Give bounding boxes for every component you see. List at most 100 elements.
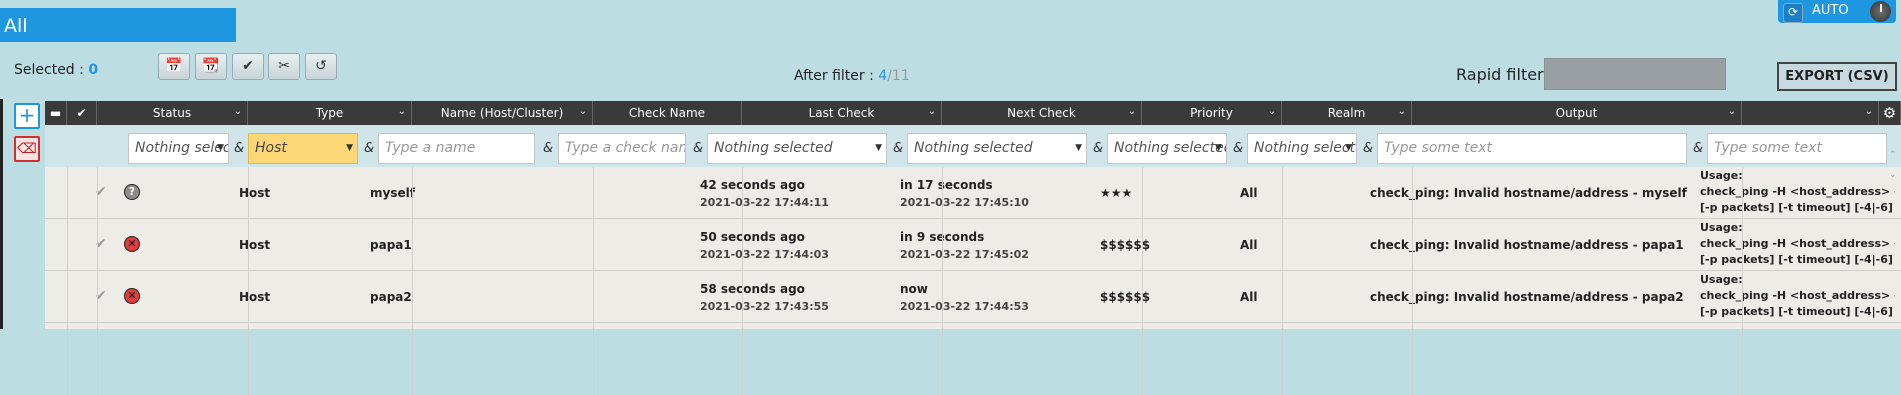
priority-filter-select[interactable]: Nothing selected ▼ <box>1107 133 1227 164</box>
chevron-down-icon: ▼ <box>217 143 224 153</box>
column-divider <box>248 167 249 395</box>
col-header-check-name[interactable]: Check Name <box>593 101 742 125</box>
schedule-downtime-button[interactable]: 📅 <box>158 53 190 80</box>
select-all-checkbox[interactable]: ▬ <box>45 101 67 125</box>
column-divider <box>1282 167 1283 395</box>
recheck-button[interactable]: ↺ <box>305 53 337 80</box>
check-circle-icon: ✔ <box>242 58 254 74</box>
realm-cell: All <box>1240 290 1258 304</box>
realm-filter-select[interactable]: Nothing selecte ▼ <box>1247 133 1357 164</box>
tools-button[interactable]: ✂ <box>268 53 300 80</box>
type-cell: Host <box>239 238 271 252</box>
chevron-down-icon: ▼ <box>1215 143 1222 153</box>
priority-filter-value: Nothing selected <box>1114 140 1227 156</box>
status-cell: ✕ <box>124 236 140 252</box>
col-label-status: Status <box>152 106 192 120</box>
calendar-25-icon: 📆 <box>202 58 220 74</box>
col-label-realm: Realm <box>1327 106 1366 120</box>
refresh-icon: ↺ <box>315 58 327 74</box>
table-row[interactable]: ✔ ✕ Host papa2 58 seconds ago 2021-03-22… <box>45 271 1901 323</box>
selected-counter: Selected : 0 <box>14 62 98 78</box>
col-header-realm[interactable]: Realm ⌄ <box>1282 101 1412 125</box>
rapid-filter-input[interactable] <box>1544 58 1726 90</box>
col-header-output[interactable]: Output ⌄ <box>1412 101 1742 125</box>
acknowledge-button[interactable]: ✔ <box>232 53 264 80</box>
col-label-priority: Priority <box>1190 106 1233 120</box>
col-header-last-check[interactable]: Last Check ⌄ <box>742 101 942 125</box>
host-name-cell[interactable]: papa2 <box>370 290 412 304</box>
col-header-next-check[interactable]: Next Check ⌄ <box>942 101 1142 125</box>
export-csv-button[interactable]: EXPORT (CSV) <box>1777 62 1897 91</box>
last-check-time: 2021-03-22 17:43:55 <box>700 300 829 313</box>
chevron-down-icon: ▼ <box>346 143 353 153</box>
check-name-filter-input[interactable]: Type a check name <box>558 133 686 164</box>
long-output-filter-placeholder: Type some text <box>1714 140 1823 156</box>
after-filter-total: 11 <box>891 68 910 84</box>
table-row[interactable]: ✔ ? Host myself 42 seconds ago 2021-03-2… <box>45 167 1901 219</box>
col-header-long-output[interactable]: ⌄ <box>1742 101 1879 125</box>
amp-label: & <box>234 141 245 156</box>
column-divider <box>1142 167 1143 395</box>
last-check-time: 2021-03-22 17:44:03 <box>700 248 829 261</box>
refresh-icon[interactable]: ⟳ <box>1783 3 1803 23</box>
realm-cell: All <box>1240 186 1258 200</box>
status-cell: ? <box>124 184 140 200</box>
gear-icon[interactable]: ⚙ <box>1879 101 1901 125</box>
chevron-down-icon: ⌄ <box>927 106 936 117</box>
scroll-up-icon[interactable]: ⌃ <box>1889 150 1897 160</box>
check-icon: ✔ <box>76 106 87 120</box>
auto-refresh-toggle[interactable]: ⟳ AUTO <box>1778 0 1896 23</box>
check-column-header[interactable]: ✔ <box>67 101 97 125</box>
amp-label: & <box>543 141 554 156</box>
host-name-cell[interactable]: papa1 <box>370 238 412 252</box>
add-icon[interactable]: + <box>14 103 40 129</box>
calendar-15-icon: 📅 <box>165 58 183 74</box>
host-name-cell[interactable]: myself <box>370 186 415 200</box>
next-check-time: 2021-03-22 17:45:02 <box>900 248 1029 261</box>
after-filter-counter: After filter : 4/11 <box>794 68 910 84</box>
long-output-line: Usage: <box>1700 273 1743 286</box>
minus-icon: ▬ <box>49 106 62 120</box>
col-header-priority[interactable]: Priority ⌄ <box>1142 101 1282 125</box>
column-divider <box>742 167 743 395</box>
tools-icon: ✂ <box>278 58 290 74</box>
amp-label: & <box>1693 141 1704 156</box>
col-label-last-check: Last Check <box>808 106 875 120</box>
type-filter-value: Host <box>255 140 287 156</box>
schedule-downtime-long-button[interactable]: 📆 <box>195 53 227 80</box>
table-row[interactable]: ✔ ✕ Host papa1 50 seconds ago 2021-03-22… <box>45 219 1901 271</box>
long-output-line: check_ping -H <host_address> -w <wrta>,<… <box>1700 185 1895 198</box>
selected-label: Selected : <box>14 62 89 78</box>
chevron-down-icon: ⌄ <box>1864 106 1873 117</box>
status-down-icon: ✕ <box>124 288 140 304</box>
chevron-down-icon: ⌄ <box>578 106 587 117</box>
chevron-down-icon: ⌄ <box>397 106 406 117</box>
next-check-time: 2021-03-22 17:44:53 <box>900 300 1029 313</box>
output-filter-placeholder: Type some text <box>1384 140 1493 156</box>
after-filter-shown: 4 <box>878 68 888 84</box>
last-check-ago: 50 seconds ago <box>700 230 805 244</box>
col-label-type: Type <box>315 106 344 120</box>
tab-all[interactable]: All <box>0 8 236 42</box>
auto-label: AUTO <box>1812 3 1849 18</box>
table-body: ✔ ? Host myself 42 seconds ago 2021-03-2… <box>45 167 1901 395</box>
col-header-type[interactable]: Type ⌄ <box>248 101 412 125</box>
column-divider <box>97 167 98 395</box>
long-output-filter-input[interactable]: Type some text <box>1707 133 1887 164</box>
last-check-filter-select[interactable]: Nothing selected ▼ <box>707 133 887 164</box>
auto-knob-indicator <box>1880 4 1882 12</box>
col-header-status[interactable]: Status ⌄ <box>97 101 248 125</box>
output-filter-input[interactable]: Type some text <box>1377 133 1687 164</box>
name-filter-input[interactable]: Type a name <box>378 133 535 164</box>
chevron-down-icon: ⌄ <box>1127 106 1136 117</box>
priority-cell: ★★★ <box>1100 186 1133 200</box>
col-header-name[interactable]: Name (Host/Cluster) ⌄ <box>412 101 593 125</box>
clear-filter-icon[interactable]: ⌫ <box>14 136 40 162</box>
column-divider <box>593 167 594 395</box>
next-check-filter-select[interactable]: Nothing selected ▼ <box>907 133 1087 164</box>
status-filter-select[interactable]: Nothing selec ▼ <box>128 133 229 164</box>
type-filter-select[interactable]: Host ▼ <box>248 133 358 164</box>
chevron-down-icon: ▼ <box>1345 143 1352 153</box>
output-cell: check_ping: Invalid hostname/address - p… <box>1370 290 1684 304</box>
amp-label: & <box>1363 141 1374 156</box>
